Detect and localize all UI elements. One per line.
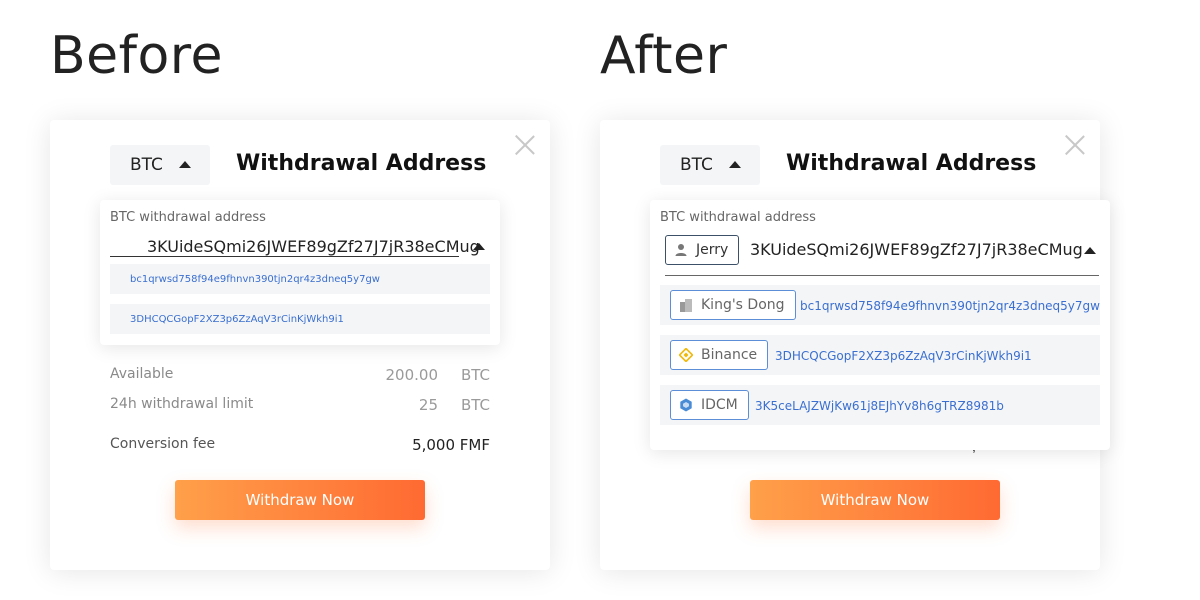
coin-select-label: BTC xyxy=(130,155,163,175)
limit-row: 24h withdrawal limit 25 BTC xyxy=(110,396,490,414)
fee-label: Conversion fee xyxy=(110,436,216,452)
address-tag-label: IDCM xyxy=(701,397,738,413)
limit-value: 25 xyxy=(418,396,438,414)
available-unit: BTC xyxy=(460,366,490,384)
input-underline xyxy=(665,275,1099,276)
address-option-value: bc1qrwsd758f94e9fhnvn390tjn2qr4z3dneq5y7… xyxy=(800,299,1100,313)
after-heading: After xyxy=(600,26,728,86)
address-input[interactable]: 3KUideSQmi26JWEF89gZf27J7jR38eCMug xyxy=(750,240,1083,259)
address-tag-label: Binance xyxy=(701,347,758,363)
limit-label: 24h withdrawal limit xyxy=(110,396,254,412)
available-label: Available xyxy=(110,366,174,382)
address-option-value: 3K5ceLAJZWjKw61j8EJhYv8h6gTRZ8981b xyxy=(755,399,1004,413)
close-icon[interactable] xyxy=(1064,134,1086,156)
address-tag: King's Dong xyxy=(670,290,796,320)
fee-value: 5,000 FMF xyxy=(412,436,490,454)
caret-up-icon xyxy=(179,161,191,168)
withdraw-now-button[interactable]: Withdraw Now xyxy=(750,480,1000,520)
address-label: BTC withdrawal address xyxy=(660,210,816,225)
address-option[interactable]: King's Dong bc1qrwsd758f94e9fhnvn390tjn2… xyxy=(660,285,1100,325)
after-withdraw-card: BTC Withdrawal Address , BTC withdrawal … xyxy=(600,120,1110,570)
address-tag: IDCM xyxy=(670,390,749,420)
available-value: 200.00 xyxy=(385,366,439,384)
before-withdraw-card: BTC Withdrawal Address BTC withdrawal ad… xyxy=(50,120,550,570)
coin-select[interactable]: BTC xyxy=(110,145,210,185)
address-dropdown: BTC withdrawal address Jerry 3KUideSQmi2… xyxy=(650,200,1110,450)
user-icon xyxy=(675,244,687,256)
address-label: BTC withdrawal address xyxy=(110,210,266,225)
dialog-title: Withdrawal Address xyxy=(236,151,487,176)
address-tag-label: King's Dong xyxy=(701,297,785,313)
input-underline xyxy=(110,256,459,257)
address-option[interactable]: IDCM 3K5ceLAJZWjKw61j8EJhYv8h6gTRZ8981b xyxy=(660,385,1100,425)
address-option[interactable]: bc1qrwsd758f94e9fhnvn390tjn2qr4z3dneq5y7… xyxy=(110,264,490,294)
address-option[interactable]: Binance 3DHCQCGopF2XZ3p6ZzAqV3rCinKjWkh9… xyxy=(660,335,1100,375)
binance-icon xyxy=(679,348,693,362)
caret-up-icon[interactable] xyxy=(1084,247,1096,254)
withdraw-now-button[interactable]: Withdraw Now xyxy=(175,480,425,520)
address-tag: Binance xyxy=(670,340,769,370)
caret-up-icon xyxy=(729,161,741,168)
selected-address-tag[interactable]: Jerry xyxy=(665,235,740,265)
address-option[interactable]: 3DHCQCGopF2XZ3p6ZzAqV3rCinKjWkh9i1 xyxy=(110,304,490,334)
address-option-value: 3DHCQCGopF2XZ3p6ZzAqV3rCinKjWkh9i1 xyxy=(775,349,1032,363)
fee-row: Conversion fee 5,000 FMF xyxy=(110,436,490,454)
limit-unit: BTC xyxy=(460,396,490,414)
dialog-title: Withdrawal Address xyxy=(786,151,1037,176)
coin-select-label: BTC xyxy=(680,155,713,175)
coin-select[interactable]: BTC xyxy=(660,145,760,185)
available-row: Available 200.00 BTC xyxy=(110,366,490,384)
address-input[interactable]: 3KUideSQmi26JWEF89gZf27J7jR38eCMug xyxy=(147,237,480,256)
caret-up-icon[interactable] xyxy=(473,243,485,250)
before-heading: Before xyxy=(50,26,224,86)
idcm-icon xyxy=(680,398,692,412)
close-icon[interactable] xyxy=(514,134,536,156)
address-dropdown: BTC withdrawal address 3KUideSQmi26JWEF8… xyxy=(100,200,500,345)
selected-tag-label: Jerry xyxy=(696,242,729,258)
building-icon xyxy=(680,299,692,312)
